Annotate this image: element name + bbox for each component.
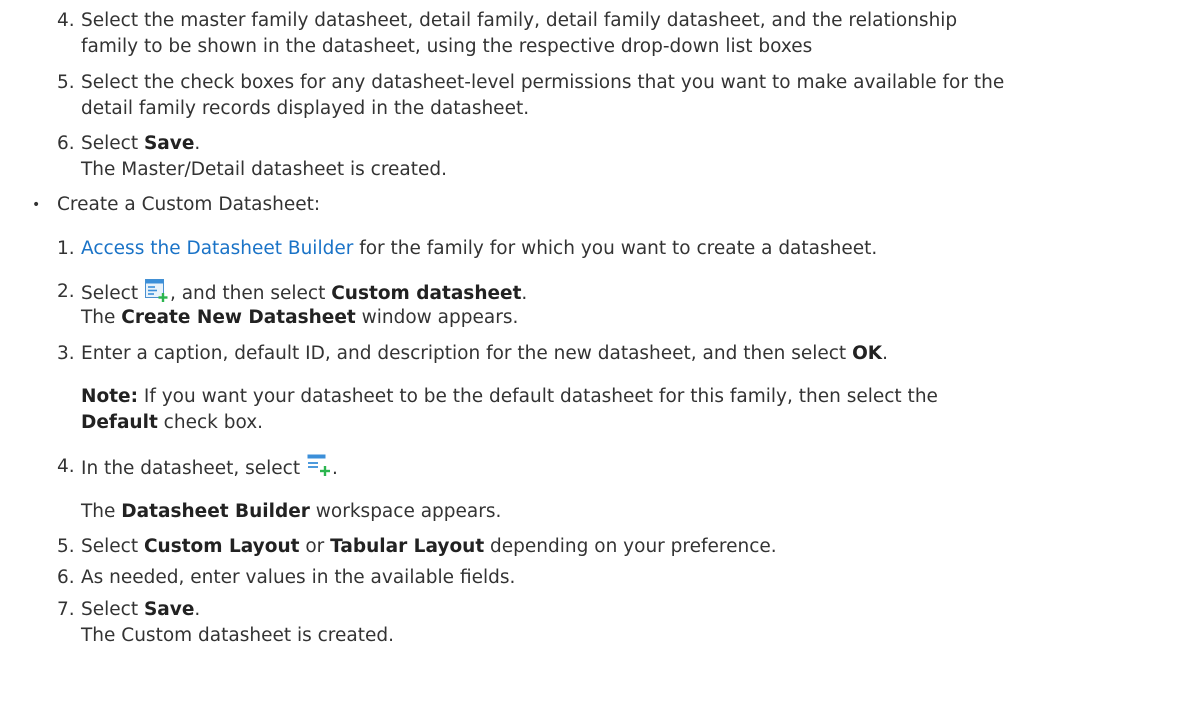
step-text: detail family records displayed in the d… <box>81 98 530 119</box>
step-number: 7. <box>57 599 75 620</box>
step-text: Select Custom Layout or Tabular Layout d… <box>81 536 777 557</box>
step-number: 6. <box>57 567 75 588</box>
step-number: 3. <box>57 343 75 364</box>
step-result: The Custom datasheet is created. <box>81 625 394 646</box>
step-number: 4. <box>57 10 75 31</box>
section-heading: Create a Custom Datasheet: <box>57 194 321 215</box>
document-page: 4. Select the master family datasheet, d… <box>0 0 1195 723</box>
note-text: Default check box. <box>81 412 264 433</box>
step-text: Select Save. <box>81 133 201 154</box>
add-section-icon <box>307 454 331 486</box>
bullet-icon: • <box>32 197 41 213</box>
step-number: 6. <box>57 133 75 154</box>
access-datasheet-builder-link[interactable]: Access the Datasheet Builder <box>81 238 353 259</box>
step-text: Enter a caption, default ID, and descrip… <box>81 343 889 364</box>
note-text: Note: If you want your datasheet to be t… <box>81 386 938 407</box>
step-text: In the datasheet, select . <box>81 454 338 486</box>
step-result: The Datasheet Builder workspace appears. <box>81 501 502 522</box>
step-number: 1. <box>57 238 75 259</box>
step-number: 4. <box>57 456 75 477</box>
note-label: Note: <box>81 386 138 407</box>
step-number: 2. <box>57 281 75 302</box>
step-text: As needed, enter values in the available… <box>81 567 516 588</box>
step-number: 5. <box>57 536 75 557</box>
step-result: The Create New Datasheet window appears. <box>81 307 519 328</box>
step-result: The Master/Detail datasheet is created. <box>81 159 448 180</box>
step-text: Access the Datasheet Builder for the fam… <box>81 238 878 259</box>
step-text: Select the check boxes for any datasheet… <box>81 72 1005 93</box>
step-text: Select the master family datasheet, deta… <box>81 10 958 31</box>
step-number: 5. <box>57 72 75 93</box>
step-text: family to be shown in the datasheet, usi… <box>81 36 813 57</box>
step-text: Select Save. <box>81 599 201 620</box>
